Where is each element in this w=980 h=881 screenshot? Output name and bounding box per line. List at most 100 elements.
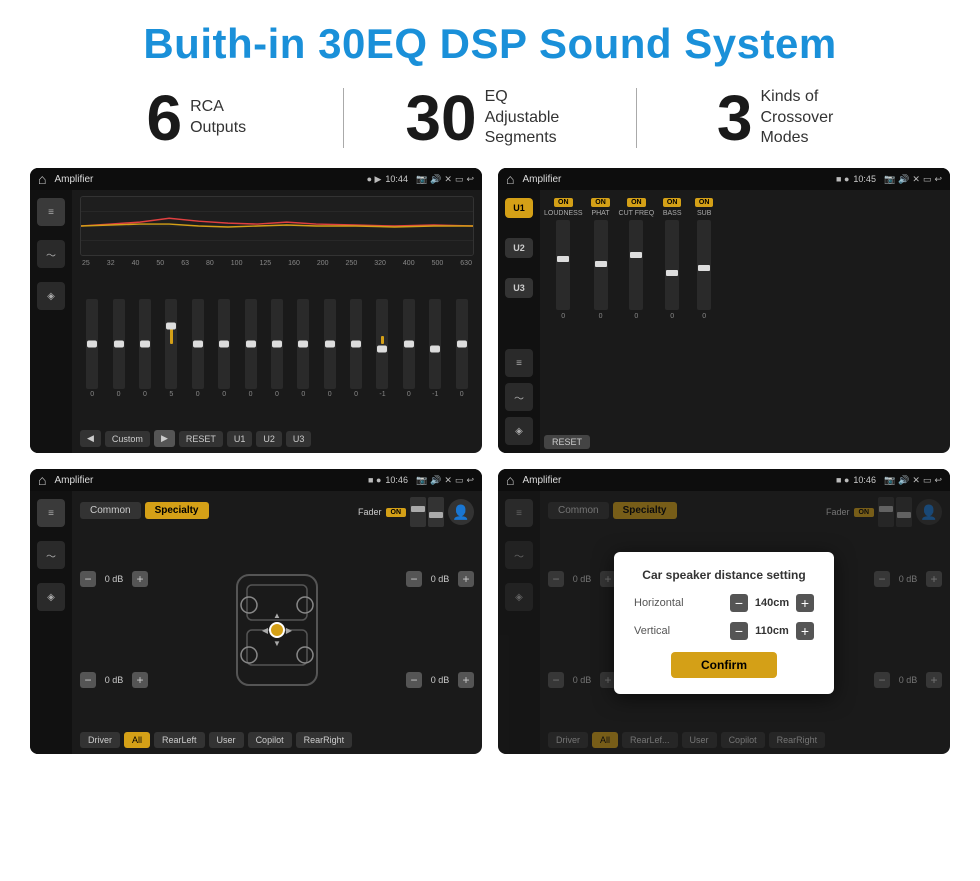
eq-slider-1[interactable]: 0 xyxy=(113,299,125,398)
status-icons-2: 📷 🔊 ✕ ▭ ↩ xyxy=(884,174,942,185)
fader-label: Fader xyxy=(358,507,382,517)
confirm-button[interactable]: Confirm xyxy=(671,652,777,678)
bass-slider[interactable] xyxy=(665,220,679,310)
eq-slider-10[interactable]: 0 xyxy=(350,299,362,398)
crossover-u2-btn[interactable]: U2 xyxy=(505,238,533,258)
vertical-label: Vertical xyxy=(634,625,670,637)
eq-custom-btn[interactable]: Custom xyxy=(105,431,150,447)
btn-rearleft[interactable]: RearLeft xyxy=(154,732,205,748)
vertical-plus-btn[interactable]: + xyxy=(796,622,814,640)
screen2-time: 10:45 xyxy=(853,174,876,184)
svg-text:◀: ◀ xyxy=(262,626,269,635)
status-bar-1: ⌂ Amplifier ● ▶ 10:44 📷 🔊 ✕ ▭ ↩ xyxy=(30,168,482,190)
fader-main: Common Specialty Fader ON 👤 xyxy=(72,491,482,754)
horizontal-label: Horizontal xyxy=(634,597,684,609)
eq-slider-9[interactable]: 0 xyxy=(324,299,336,398)
eq-slider-6[interactable]: 0 xyxy=(245,299,257,398)
eq-slider-14[interactable]: 0 xyxy=(456,299,468,398)
eq-u1-btn[interactable]: U1 xyxy=(227,431,253,447)
eq-icon-2[interactable]: 〜 xyxy=(37,240,65,268)
speaker-icon: 👤 xyxy=(448,499,474,525)
cutfreq-label: CUT FREQ xyxy=(619,210,655,217)
fader-icon-1[interactable]: ≡ xyxy=(37,499,65,527)
vertical-value: 110cm xyxy=(752,625,792,637)
horizontal-plus-btn[interactable]: + xyxy=(796,594,814,612)
phat-slider[interactable] xyxy=(594,220,608,310)
eq-u3-btn[interactable]: U3 xyxy=(286,431,312,447)
db-control-topright: − 0 dB + xyxy=(406,571,474,587)
eq-reset-btn[interactable]: RESET xyxy=(179,431,223,447)
db-minus-bottomright[interactable]: − xyxy=(406,672,422,688)
fader-tab-common[interactable]: Common xyxy=(80,502,141,519)
screen1-title: Amplifier xyxy=(54,174,362,185)
stat-rca-text: RCA Outputs xyxy=(190,97,246,139)
crossover-icon-1[interactable]: ≡ xyxy=(505,349,533,377)
eq-sliders: 0 0 0 xyxy=(80,271,474,426)
btn-driver[interactable]: Driver xyxy=(80,732,120,748)
eq-slider-5[interactable]: 0 xyxy=(218,299,230,398)
fader-icon-3[interactable]: ◈ xyxy=(37,583,65,611)
btn-all[interactable]: All xyxy=(124,732,150,748)
status-icons-3: 📷 🔊 ✕ ▭ ↩ xyxy=(416,475,474,486)
crossover-main: ON LOUDNESS 0 ON PHAT xyxy=(540,190,950,453)
sub-slider[interactable] xyxy=(697,220,711,310)
db-minus-topleft[interactable]: − xyxy=(80,571,96,587)
eq-slider-13[interactable]: -1 xyxy=(429,299,441,398)
stat-crossover-text: Kinds of Crossover Modes xyxy=(760,87,850,149)
crossover-u1-btn[interactable]: U1 xyxy=(505,198,533,218)
btn-copilot[interactable]: Copilot xyxy=(248,732,292,748)
horizontal-minus-btn[interactable]: − xyxy=(730,594,748,612)
vertical-minus-btn[interactable]: − xyxy=(730,622,748,640)
home-icon-2: ⌂ xyxy=(506,171,514,187)
crossover-reset-btn[interactable]: RESET xyxy=(544,435,590,449)
crossover-u3-btn[interactable]: U3 xyxy=(505,278,533,298)
eq-prev-btn[interactable]: ◀ xyxy=(80,430,101,447)
horizontal-value: 140cm xyxy=(752,597,792,609)
stats-row: 6 RCA Outputs 30 EQ Adjustable Segments … xyxy=(30,86,950,150)
dialog-title: Car speaker distance setting xyxy=(634,568,814,582)
db-minus-bottomleft[interactable]: − xyxy=(80,672,96,688)
screen4-title: Amplifier xyxy=(522,475,832,486)
db-plus-bottomright[interactable]: + xyxy=(458,672,474,688)
home-icon-3: ⌂ xyxy=(38,472,46,488)
screen2-title: Amplifier xyxy=(522,174,832,185)
eq-play-btn[interactable]: ▶ xyxy=(154,430,175,447)
db-minus-topright[interactable]: − xyxy=(406,571,422,587)
eq-icon-1[interactable]: ≡ xyxy=(37,198,65,226)
loudness-slider[interactable] xyxy=(556,220,570,310)
eq-icon-3[interactable]: ◈ xyxy=(37,282,65,310)
eq-slider-0[interactable]: 0 xyxy=(86,299,98,398)
bass-label: BASS xyxy=(663,210,682,217)
eq-bottom-controls: ◀ Custom ▶ RESET U1 U2 U3 xyxy=(80,430,474,447)
cutfreq-slider[interactable] xyxy=(629,220,643,310)
eq-slider-2[interactable]: 0 xyxy=(139,299,151,398)
db-plus-bottomleft[interactable]: + xyxy=(132,672,148,688)
eq-slider-7[interactable]: 0 xyxy=(271,299,283,398)
right-db-controls: − 0 dB + − 0 dB + xyxy=(406,531,474,728)
loudness-label: LOUDNESS xyxy=(544,210,583,217)
bass-on: ON xyxy=(663,198,682,207)
fader-mini-sliders xyxy=(410,497,444,527)
car-diagram-area: ▲ ▼ ◀ ▶ xyxy=(154,531,400,728)
status-icons-4: 📷 🔊 ✕ ▭ ↩ xyxy=(884,475,942,486)
fader-sidebar: ≡ 〜 ◈ xyxy=(30,491,72,754)
crossover-icon-2[interactable]: 〜 xyxy=(505,383,533,411)
db-control-bottomright: − 0 dB + xyxy=(406,672,474,688)
eq-slider-12[interactable]: 0 xyxy=(403,299,415,398)
eq-slider-4[interactable]: 0 xyxy=(192,299,204,398)
fader-content-area: − 0 dB + − 0 dB + xyxy=(80,531,474,728)
btn-rearright[interactable]: RearRight xyxy=(296,732,353,748)
fader-icon-2[interactable]: 〜 xyxy=(37,541,65,569)
db-plus-topleft[interactable]: + xyxy=(132,571,148,587)
eq-slider-8[interactable]: 0 xyxy=(297,299,309,398)
stat-eq-text: EQ Adjustable Segments xyxy=(485,87,575,149)
loudness-on: ON xyxy=(554,198,573,207)
fader-tab-specialty[interactable]: Specialty xyxy=(145,502,209,519)
sub-label: SUB xyxy=(697,210,711,217)
eq-u2-btn[interactable]: U2 xyxy=(256,431,282,447)
crossover-icon-3[interactable]: ◈ xyxy=(505,417,533,445)
btn-user[interactable]: User xyxy=(209,732,244,748)
eq-slider-11[interactable]: -1 xyxy=(376,299,388,398)
eq-slider-3[interactable]: 5 xyxy=(165,299,177,398)
db-plus-topright[interactable]: + xyxy=(458,571,474,587)
